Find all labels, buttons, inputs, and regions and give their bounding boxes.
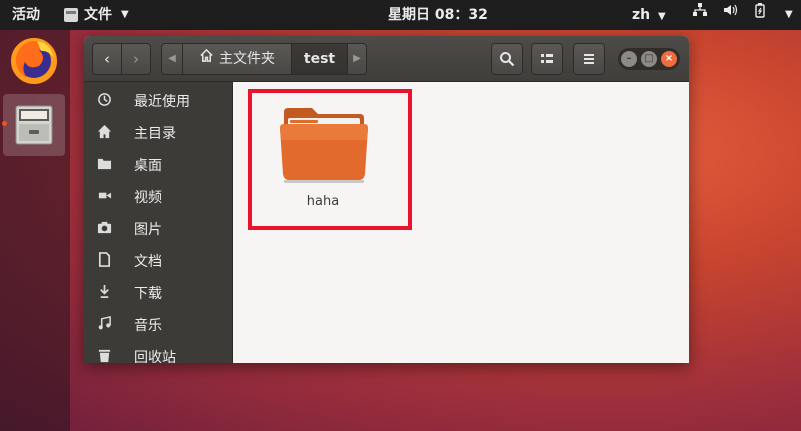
home-icon bbox=[84, 124, 124, 143]
menu-button[interactable] bbox=[573, 43, 605, 75]
back-button[interactable]: ‹ bbox=[92, 43, 122, 75]
file-item[interactable]: haha bbox=[258, 100, 368, 210]
path-button-home[interactable]: 主文件夹 bbox=[182, 43, 292, 75]
chevron-down-icon: ▼ bbox=[121, 9, 129, 20]
activities-button[interactable]: 活动 bbox=[12, 0, 40, 30]
path-button-current[interactable]: test bbox=[291, 43, 348, 75]
network-icon bbox=[692, 0, 708, 30]
sidebar-item-videos[interactable]: 视频 bbox=[84, 181, 233, 213]
file-name: haha bbox=[306, 194, 340, 209]
file-manager-window: ‹ › ◀ 主文件夹 test ▶ – □ × 最近使用 主目录 桌面 视频 图… bbox=[84, 36, 689, 363]
header-bar: ‹ › ◀ 主文件夹 test ▶ – □ × bbox=[84, 36, 689, 82]
path-scroll-right-button[interactable]: ▶ bbox=[347, 43, 367, 75]
system-tray[interactable]: ▼ bbox=[692, 0, 793, 30]
chevron-down-icon: ▼ bbox=[658, 11, 666, 22]
sidebar-item-label: 图片 bbox=[134, 222, 162, 238]
maximize-button[interactable]: □ bbox=[641, 51, 657, 67]
app-menu-label: 文件 bbox=[84, 7, 112, 23]
trash-icon bbox=[84, 348, 124, 364]
hamburger-icon bbox=[584, 54, 594, 64]
sidebar-item-home[interactable]: 主目录 bbox=[84, 117, 233, 149]
firefox-launcher[interactable] bbox=[3, 30, 65, 92]
app-menu[interactable]: 文件 ▼ bbox=[64, 0, 129, 30]
battery-icon bbox=[752, 0, 768, 30]
file-view[interactable]: haha bbox=[234, 82, 689, 363]
sidebar-item-label: 视频 bbox=[134, 190, 162, 206]
sidebar-item-label: 最近使用 bbox=[134, 94, 190, 110]
clock-icon bbox=[84, 92, 124, 111]
dock bbox=[0, 30, 70, 431]
sidebar-item-recent[interactable]: 最近使用 bbox=[84, 85, 233, 117]
camera-icon bbox=[84, 220, 124, 239]
music-icon bbox=[84, 315, 124, 335]
home-icon bbox=[199, 44, 214, 74]
document-icon bbox=[84, 251, 124, 271]
download-icon bbox=[84, 284, 124, 303]
folder-icon bbox=[84, 156, 124, 175]
sidebar-item-label: 音乐 bbox=[134, 318, 162, 334]
file-cabinet-icon bbox=[15, 105, 53, 145]
running-indicator bbox=[2, 121, 7, 126]
search-icon bbox=[500, 52, 515, 67]
search-button[interactable] bbox=[491, 43, 523, 75]
sidebar-item-pictures[interactable]: 图片 bbox=[84, 213, 233, 245]
sidebar-item-label: 下载 bbox=[134, 286, 162, 302]
sidebar-item-trash[interactable]: 回收站 bbox=[84, 341, 233, 363]
sidebar-item-label: 桌面 bbox=[134, 158, 162, 174]
folder-icon bbox=[280, 108, 368, 183]
files-launcher[interactable] bbox=[2, 94, 65, 156]
forward-button[interactable]: › bbox=[121, 43, 151, 75]
sidebar-item-label: 文档 bbox=[134, 254, 162, 270]
top-bar: 活动 文件 ▼ 星期日 08：32 zh ▼ ▼ bbox=[0, 0, 801, 30]
path-home-label: 主文件夹 bbox=[219, 51, 275, 67]
volume-icon bbox=[722, 0, 738, 30]
path-scroll-left-button[interactable]: ◀ bbox=[161, 43, 183, 75]
video-icon bbox=[84, 188, 124, 207]
sidebar-item-downloads[interactable]: 下载 bbox=[84, 277, 233, 309]
language-indicator[interactable]: zh ▼ bbox=[632, 0, 666, 30]
view-toggle-button[interactable] bbox=[531, 43, 563, 75]
sidebar-item-documents[interactable]: 文档 bbox=[84, 245, 233, 277]
firefox-icon bbox=[11, 38, 57, 84]
close-button[interactable]: × bbox=[661, 51, 677, 67]
sidebar-item-label: 回收站 bbox=[134, 350, 176, 363]
sidebar-item-music[interactable]: 音乐 bbox=[84, 309, 233, 341]
minimize-button[interactable]: – bbox=[621, 51, 637, 67]
list-view-icon bbox=[541, 54, 553, 63]
clock[interactable]: 星期日 08：32 bbox=[388, 0, 488, 30]
places-sidebar: 最近使用 主目录 桌面 视频 图片 文档 下载 音乐 回收站 bbox=[84, 82, 233, 363]
chevron-down-icon: ▼ bbox=[785, 9, 793, 20]
files-app-icon bbox=[64, 8, 78, 22]
sidebar-item-desktop[interactable]: 桌面 bbox=[84, 149, 233, 181]
sidebar-item-label: 主目录 bbox=[134, 126, 176, 142]
language-label: zh bbox=[632, 7, 651, 23]
